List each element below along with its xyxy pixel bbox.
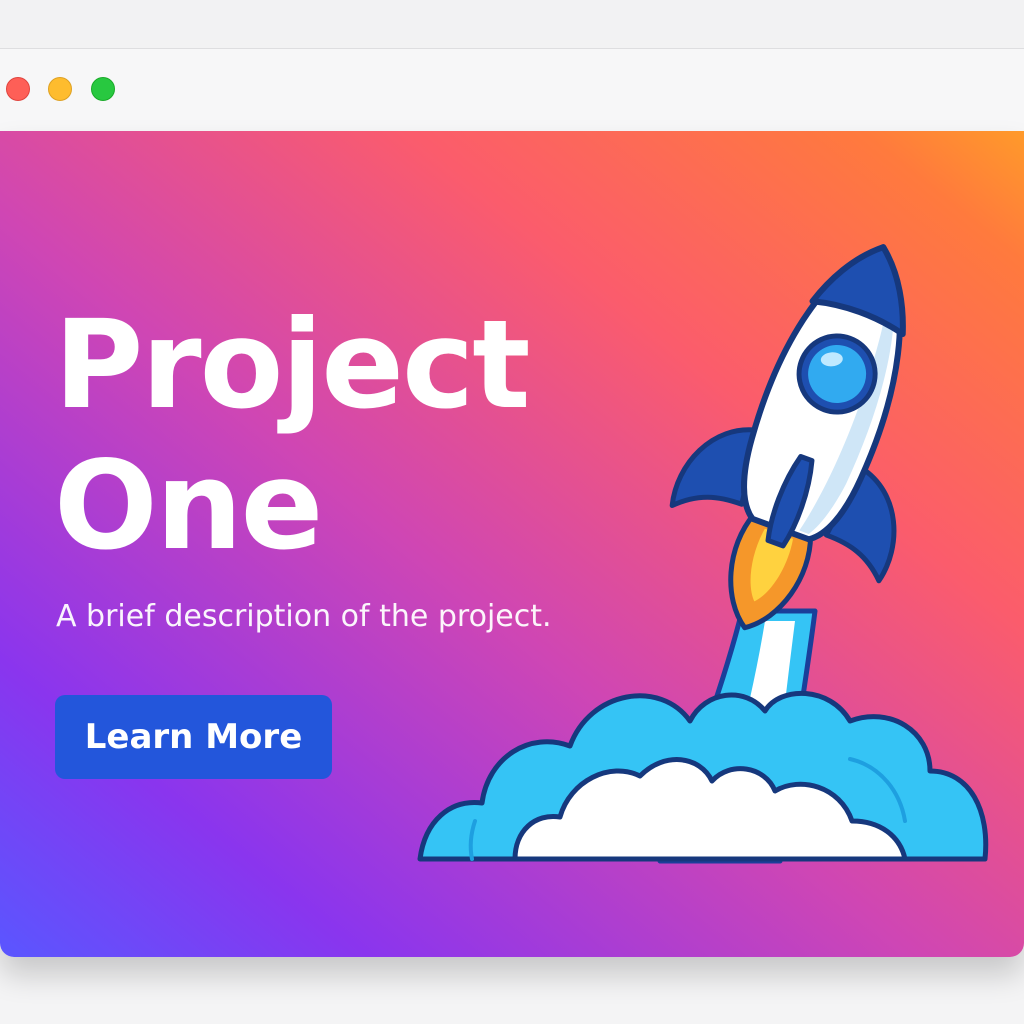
window-top-edge — [0, 0, 1024, 49]
close-window-button[interactable] — [6, 77, 30, 101]
maximize-window-button[interactable] — [91, 77, 115, 101]
smoke-clouds — [417, 690, 989, 862]
rocket-body-group — [669, 244, 906, 631]
hero-section: Project One A brief description of the p… — [0, 131, 1024, 957]
browser-window: Project One A brief description of the p… — [0, 0, 1024, 1024]
minimize-window-button[interactable] — [48, 77, 72, 101]
window-titlebar — [0, 49, 1024, 131]
rocket-launch-icon — [417, 244, 989, 864]
